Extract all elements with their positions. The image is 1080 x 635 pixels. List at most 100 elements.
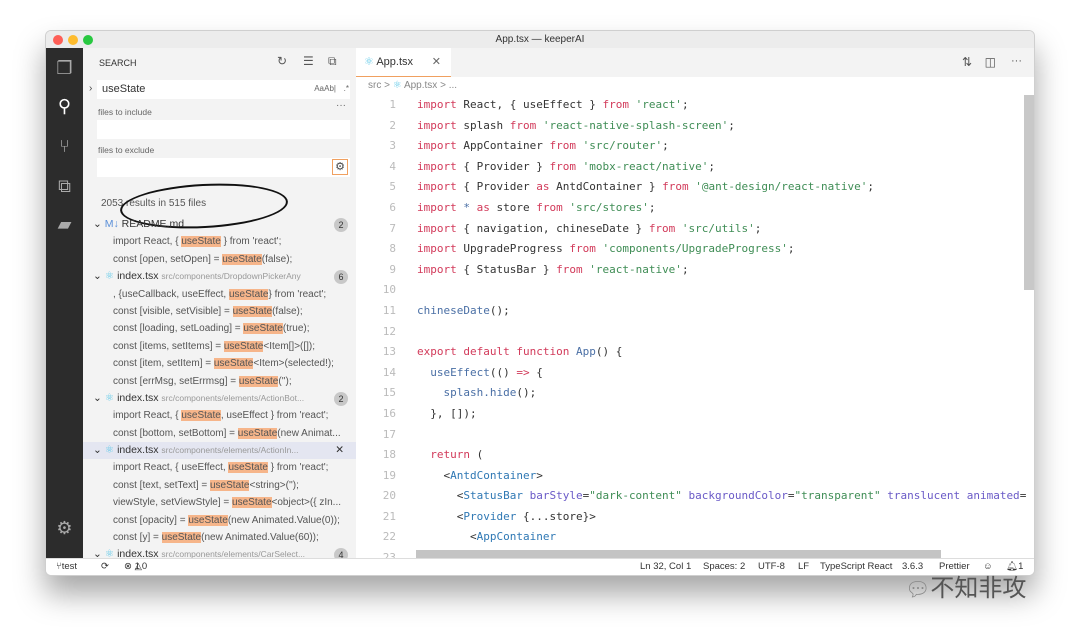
result-file-row[interactable]: ⌄ M↓ README.md 2 <box>83 216 356 233</box>
code-token: from <box>569 242 596 256</box>
search-icon[interactable]: ⚲ <box>54 96 75 117</box>
sync-icon[interactable]: ⟳ <box>101 559 109 575</box>
toggle-replace-icon[interactable]: › <box>89 83 92 94</box>
line-number: 6 <box>389 200 396 214</box>
search-input[interactable]: › useState Aa Ab| .* <box>89 80 350 99</box>
problems-indicator[interactable]: ⊗ 1 △ 0 <box>124 559 147 575</box>
code-line[interactable]: 18 return ( <box>356 445 1024 466</box>
result-match-row[interactable]: , {useCallback, useEffect, useState} fro… <box>83 286 356 303</box>
code-editor[interactable]: 1 import React, { useEffect } from 'react… <box>356 95 1027 569</box>
code-line[interactable]: 19 <AntdContainer> <box>356 466 1024 487</box>
settings-gear-icon[interactable]: ⚙ <box>54 518 75 539</box>
code-line[interactable]: 16 }, []); <box>356 404 1024 425</box>
line-number: 16 <box>382 406 396 420</box>
code-line[interactable]: 11 chineseDate(); <box>356 301 1024 322</box>
line-number: 11 <box>382 303 396 317</box>
files-to-include-input[interactable] <box>97 120 350 139</box>
result-match-row[interactable]: const [visible, setVisible] = useState(f… <box>83 303 356 320</box>
files-to-exclude-input[interactable]: ⚙ <box>97 158 350 177</box>
search-query[interactable]: useState <box>102 83 145 95</box>
extensions-icon[interactable]: ⧉ <box>54 176 75 197</box>
result-match-row[interactable]: const [y] = useState(new Animated.Value(… <box>83 529 356 546</box>
result-match-row[interactable]: import React, { useEffect, useState } fr… <box>83 459 356 476</box>
status-bar: ⑂ test ⟳ ⊗ 1 △ 0 Ln 32, Col 1 Spaces: 2 … <box>46 558 1034 575</box>
code-line[interactable]: 13 export default function App() { <box>356 342 1024 363</box>
code-line[interactable]: 10 <box>356 280 1024 301</box>
minimize-window-button[interactable] <box>68 35 78 45</box>
cursor-position[interactable]: Ln 32, Col 1 <box>640 559 691 575</box>
collapse-all-icon[interactable]: ⧉ <box>328 54 337 69</box>
match-suffix: (true); <box>282 323 310 335</box>
match-suffix: <string>(''); <box>249 479 299 491</box>
result-match-row[interactable]: const [open, setOpen] = useState(false); <box>83 251 356 268</box>
chevron-down-icon[interactable]: ⌄ <box>93 444 105 456</box>
close-tab-icon[interactable]: ✕ <box>432 48 441 77</box>
result-match-row[interactable]: const [opacity] = useState(new Animated.… <box>83 512 356 529</box>
result-match-row[interactable]: const [errMsg, setErrmsg] = useState('')… <box>83 373 356 390</box>
code-line[interactable]: 1 import React, { useEffect } from 'react… <box>356 95 1024 116</box>
split-editor-icon[interactable]: ◫ <box>985 55 996 69</box>
source-control-icon[interactable]: ⑂ <box>54 136 75 157</box>
result-match-row[interactable]: import React, { useState, useEffect } fr… <box>83 407 356 424</box>
regex-toggle[interactable]: .* <box>344 84 349 93</box>
result-file-row[interactable]: ⌄ ⚛ index.tsx src/components/elements/Ac… <box>83 442 356 460</box>
more-actions-icon[interactable]: ··· <box>1011 55 1022 67</box>
maximize-window-button[interactable] <box>83 35 93 45</box>
code-line[interactable]: 20 <StatusBar barStyle = "dark-content" ba… <box>356 486 1027 507</box>
explorer-icon[interactable]: ❐ <box>54 58 75 79</box>
result-match-row[interactable]: const [text, setText] = useState<string>… <box>83 477 356 494</box>
result-match-row[interactable]: const [loading, setLoading] = useState(t… <box>83 320 356 337</box>
use-exclude-settings-icon[interactable]: ⚙ <box>332 159 348 175</box>
line-ending[interactable]: LF <box>798 559 809 575</box>
result-match-row[interactable]: viewStyle, setViewStyle] = useState<obje… <box>83 494 356 511</box>
clear-results-icon[interactable]: ☰ <box>303 54 314 68</box>
dismiss-icon[interactable]: ✕ <box>335 442 344 459</box>
code-token: AntdContainer <box>450 468 537 482</box>
breadcrumb-file[interactable]: App.tsx <box>404 80 437 91</box>
result-file-row[interactable]: ⌄ ⚛ index.tsx src/components/elements/Ac… <box>83 390 356 407</box>
result-match-row[interactable]: const [item, setItem] = useState<Item>(s… <box>83 355 356 372</box>
result-match-row[interactable]: import React, { useState } from 'react'; <box>83 233 356 250</box>
code-line[interactable]: 22 <AppContainer <box>356 527 1024 548</box>
editor-scrollbar[interactable] <box>1024 95 1034 290</box>
code-line[interactable]: 4 import { Provider } from 'mobx-react/na… <box>356 157 1024 178</box>
branch-indicator[interactable]: ⑂ test <box>56 559 77 575</box>
match-word-toggle[interactable]: Ab| <box>324 84 336 93</box>
result-file-row[interactable]: ⌄ ⚛ index.tsx src/components/DropdownPic… <box>83 268 356 285</box>
code-token: from <box>602 98 629 111</box>
more-options-icon[interactable]: ··· <box>336 100 346 111</box>
match-highlight: useState <box>238 375 279 387</box>
code-line[interactable]: 6 import * as store from 'src/stores'; <box>356 198 1024 219</box>
close-window-button[interactable] <box>53 35 63 45</box>
code-line[interactable]: 3 import AppContainer from 'src/router'; <box>356 136 1024 157</box>
chevron-down-icon[interactable]: ⌄ <box>93 218 105 230</box>
match-suffix: (false); <box>272 305 303 317</box>
chevron-down-icon[interactable]: ⌄ <box>93 270 105 282</box>
horizontal-scrollbar[interactable] <box>416 550 941 558</box>
code-line[interactable]: 9 import { StatusBar } from 'react-native… <box>356 260 1024 281</box>
result-match-row[interactable]: const [items, setItems] = useState<Item[… <box>83 338 356 355</box>
code-line[interactable]: 12 <box>356 322 1024 343</box>
code-line[interactable]: 17 <box>356 425 1024 446</box>
breadcrumb-src[interactable]: src <box>368 80 381 91</box>
indentation[interactable]: Spaces: 2 <box>703 559 745 575</box>
result-match-row[interactable]: const [bottom, setBottom] = useState(new… <box>83 425 356 442</box>
encoding[interactable]: UTF-8 <box>758 559 785 575</box>
chevron-down-icon[interactable]: ⌄ <box>93 392 105 404</box>
language-mode[interactable]: TypeScript React <box>820 559 892 575</box>
code-line[interactable]: 2 import splash from 'react-native-splash… <box>356 116 1024 137</box>
code-line[interactable]: 7 import { navigation, chineseDate } from… <box>356 219 1024 240</box>
tab-app-tsx[interactable]: ⚛ App.tsx ✕ <box>356 48 451 77</box>
code-line[interactable]: 14 useEffect(() => { <box>356 363 1024 384</box>
code-token: useEffect <box>417 365 490 379</box>
code-line[interactable]: 21 <Provider {...store}> <box>356 507 1024 528</box>
refresh-icon[interactable]: ↻ <box>277 54 287 68</box>
breadcrumb-symbol[interactable]: ... <box>449 80 457 91</box>
open-changes-icon[interactable]: ⇅ <box>962 55 972 69</box>
code-line[interactable]: 15 splash.hide(); <box>356 383 1024 404</box>
match-suffix: } from 'react'; <box>268 288 327 300</box>
code-line[interactable]: 5 import { Provider as AntdContainer } fr… <box>356 177 1024 198</box>
match-case-toggle[interactable]: Aa <box>314 84 324 93</box>
docker-icon[interactable]: ▰ <box>54 214 75 235</box>
code-line[interactable]: 8 import UpgradeProgress from 'components… <box>356 239 1024 260</box>
